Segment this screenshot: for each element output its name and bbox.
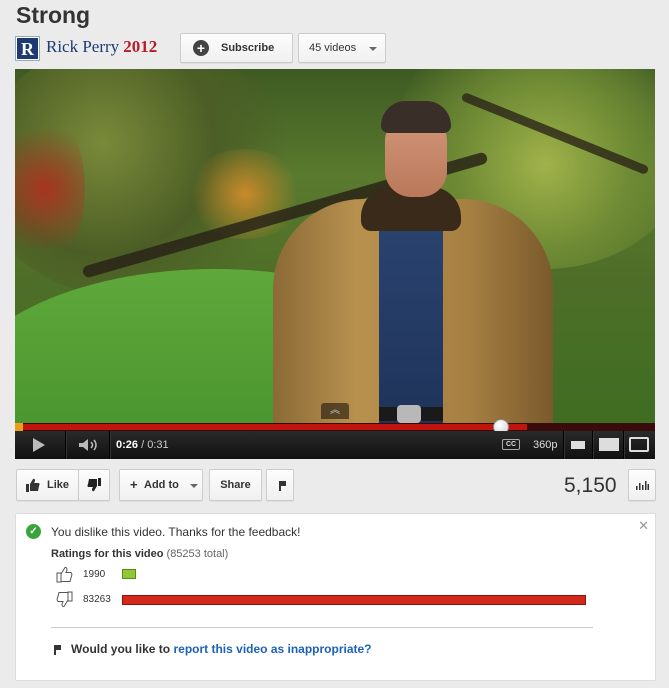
volume-icon[interactable]: [79, 439, 101, 451]
dislikes-row: 83263: [56, 591, 616, 609]
likes-row: 1990: [56, 566, 616, 584]
dislikes-count: 83263: [83, 594, 111, 605]
close-icon[interactable]: ✕: [638, 518, 649, 534]
duration: / 0:31: [141, 439, 169, 451]
time-display: 0:26 / 0:31: [116, 439, 169, 451]
dislikes-bar: [122, 595, 586, 605]
add-to-label: Add to: [144, 479, 179, 491]
share-button[interactable]: Share: [209, 469, 262, 501]
controls-separator: [65, 431, 66, 459]
large-view-icon[interactable]: [599, 438, 619, 451]
ratings-panel: ✕ ✓ You dislike this video. Thanks for t…: [15, 513, 656, 681]
likes-count: 1990: [83, 569, 106, 580]
channel-name-link[interactable]: Rick Perry 2012: [46, 37, 157, 57]
video-title: Strong: [16, 2, 91, 28]
view-count: 5,150: [564, 474, 617, 497]
like-label: Like: [47, 479, 70, 491]
controls-separator: [623, 431, 624, 459]
subscribe-button[interactable]: + Subscribe: [180, 33, 293, 63]
action-row: Like + Add to Share 5,150: [16, 469, 656, 501]
like-button[interactable]: Like: [16, 469, 79, 501]
controls-separator: [592, 431, 593, 459]
channel-name: Rick Perry: [46, 37, 120, 56]
ratings-title-text: Ratings for this video: [51, 548, 164, 560]
report-prefix: Would you like to: [71, 642, 171, 656]
current-time: 0:26: [116, 439, 139, 451]
flag-icon: [54, 645, 61, 655]
channel-logo-letter: R: [21, 39, 34, 59]
video-frame[interactable]: ︽: [15, 69, 655, 423]
stats-button[interactable]: [628, 469, 656, 501]
dislike-button[interactable]: [78, 469, 110, 501]
video-player[interactable]: ︽ 0:26 / 0:31 CC 360p: [15, 69, 655, 459]
report-prompt: Would you like to report this video as i…: [71, 642, 372, 656]
plus-icon: +: [193, 40, 209, 56]
thumbs-down-icon: [87, 478, 101, 492]
divider: [51, 627, 593, 628]
expand-chevron-icon[interactable]: ︽: [321, 403, 349, 419]
fullscreen-icon[interactable]: [629, 437, 649, 452]
video-person: [273, 99, 553, 423]
add-to-button[interactable]: + Add to: [119, 469, 203, 501]
progress-fill: [15, 424, 527, 430]
channel-year: 2012: [123, 37, 158, 56]
flag-button[interactable]: [266, 469, 294, 501]
stats-icon: [636, 481, 649, 490]
controls-separator: [109, 431, 110, 459]
flag-icon: [279, 481, 286, 491]
caret-down-icon: [369, 47, 377, 51]
subscribe-label: Subscribe: [221, 42, 275, 54]
thumbs-up-icon: [26, 478, 40, 492]
thumbs-up-icon: [56, 566, 73, 583]
play-icon[interactable]: [33, 438, 45, 452]
progress-buffer: [15, 423, 23, 431]
caret-down-icon: [190, 484, 198, 488]
controls-separator: [563, 431, 564, 459]
channel-logo[interactable]: R: [16, 37, 39, 60]
default-view-icon[interactable]: [571, 441, 585, 449]
person-hair: [381, 101, 451, 133]
quality-button[interactable]: 360p: [533, 439, 557, 451]
progress-bar[interactable]: [15, 419, 655, 435]
videos-label: 45 videos: [309, 42, 357, 54]
likes-bar: [122, 569, 136, 579]
report-link[interactable]: report this video as inappropriate?: [173, 642, 371, 656]
videos-dropdown-button[interactable]: 45 videos: [298, 33, 386, 63]
player-controls: 0:26 / 0:31 CC 360p: [15, 431, 655, 459]
ratings-total: (85253 total): [166, 548, 229, 560]
plus-icon: +: [130, 477, 138, 492]
dislike-message: You dislike this video. Thanks for the f…: [51, 525, 301, 539]
share-label: Share: [220, 479, 251, 491]
person-buckle: [397, 405, 421, 423]
check-icon: ✓: [26, 524, 41, 539]
ratings-title: Ratings for this video (85253 total): [51, 548, 228, 560]
person-shirt: [379, 211, 443, 423]
channel-row: R Rick Perry 2012 + Subscribe 45 videos: [16, 33, 656, 63]
cc-icon[interactable]: CC: [502, 439, 520, 450]
thumbs-down-icon: [56, 591, 73, 608]
